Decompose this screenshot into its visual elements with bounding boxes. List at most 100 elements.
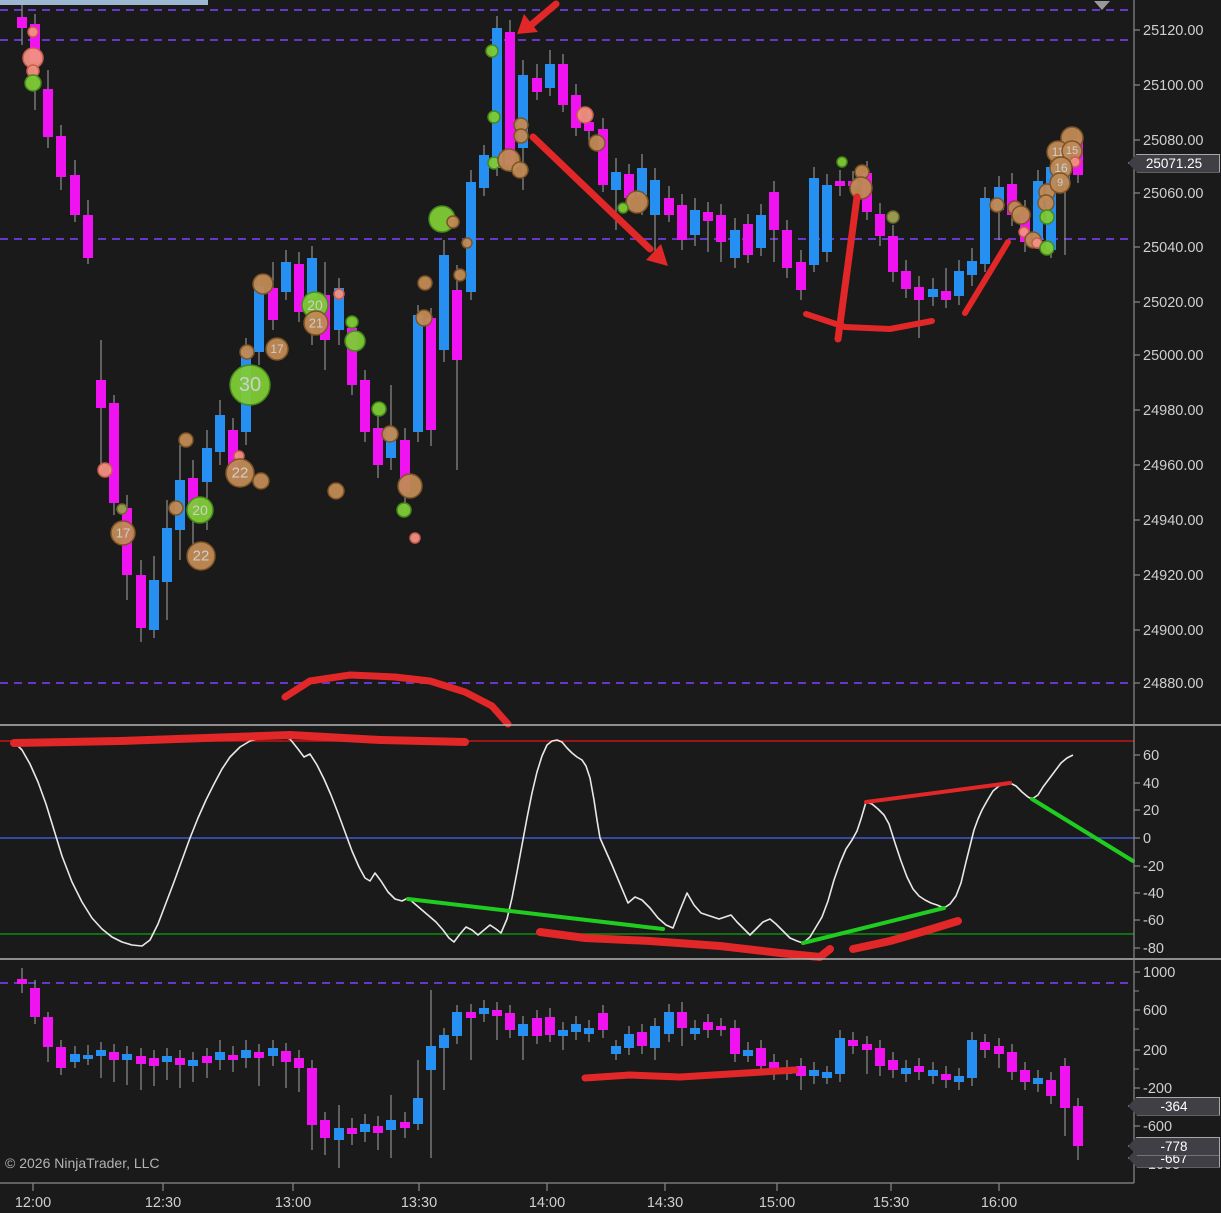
delta-candle	[334, 1128, 344, 1140]
delta-candle	[294, 1058, 304, 1068]
price-candle	[70, 175, 80, 215]
drawn-red-freehand[interactable]	[540, 932, 830, 957]
delta-candle	[914, 1066, 924, 1072]
delta-candle	[175, 1058, 185, 1065]
drawn-red-freehand[interactable]	[585, 1070, 795, 1078]
delta-candle	[756, 1048, 766, 1066]
delta-candle	[769, 1062, 779, 1068]
axis-label: 24880.00	[1143, 676, 1203, 692]
price-candle	[611, 172, 621, 190]
price-candle	[136, 575, 146, 628]
axis-label: 24940.00	[1143, 513, 1203, 529]
price-candle	[730, 230, 740, 258]
bubble-count-label: 17	[270, 342, 284, 356]
delta-candle	[122, 1054, 132, 1060]
price-candle	[954, 271, 964, 296]
price-candle	[413, 315, 423, 432]
order-flow-bubble	[990, 198, 1004, 212]
delta-candle	[505, 1013, 515, 1030]
axis-label: 60	[1143, 748, 1159, 764]
axis-label: -20	[1143, 859, 1164, 875]
price-candle	[56, 136, 66, 177]
delta-candle	[848, 1040, 858, 1046]
order-flow-bubble	[398, 474, 422, 498]
chart-canvas[interactable]: 17202222173020211115169 25120.0025100.00…	[0, 0, 1221, 1213]
time-label: 13:00	[275, 1195, 311, 1211]
time-label: 12:00	[15, 1195, 51, 1211]
axis-label: 200	[1143, 1043, 1167, 1059]
copyright-text: © 2026 NinjaTrader, LLC	[5, 1155, 160, 1171]
delta-marker--364: -364	[1128, 1097, 1220, 1116]
price-candle	[43, 89, 53, 137]
price-candle	[505, 32, 515, 165]
order-flow-bubble	[626, 191, 648, 213]
delta-candle	[281, 1051, 291, 1062]
order-flow-bubble	[418, 276, 432, 290]
price-panel[interactable]: 17202222173020211115169	[0, 2, 1130, 683]
delta-panel[interactable]	[0, 968, 1130, 1168]
price-candle	[17, 17, 27, 28]
price-candle	[677, 205, 687, 240]
drawn-green-trendline[interactable]	[408, 899, 663, 929]
delta-candle	[809, 1070, 819, 1076]
price-candle	[980, 198, 990, 264]
scrollbar-thumb[interactable]	[0, 0, 208, 5]
drawn-red-freehand[interactable]	[14, 735, 465, 743]
delta-candle	[1060, 1066, 1070, 1108]
price-candle	[782, 230, 792, 268]
delta-candle	[862, 1044, 872, 1050]
delta-candle	[268, 1048, 278, 1056]
delta-candle	[1020, 1070, 1030, 1082]
drawn-red-freehand[interactable]	[838, 197, 857, 339]
price-candle	[96, 380, 106, 408]
drawn-red-arrow-shaft[interactable]	[530, 4, 556, 26]
order-flow-bubble	[488, 111, 500, 123]
price-candle	[941, 291, 951, 300]
axis-label: 25040.00	[1143, 240, 1203, 256]
delta-candle	[452, 1012, 462, 1036]
price-candle	[202, 448, 212, 482]
axis-label: -600	[1143, 1119, 1172, 1135]
drawn-red-freehand[interactable]	[806, 314, 932, 329]
axis-label: 24920.00	[1143, 568, 1203, 584]
order-flow-bubble	[117, 504, 127, 514]
bubble-count-label: 17	[116, 526, 130, 541]
order-flow-bubble	[372, 402, 386, 416]
delta-candle	[228, 1055, 238, 1060]
delta-candle	[386, 1120, 396, 1130]
bubble-count-label: 21	[309, 316, 323, 331]
delta-candle	[400, 1122, 410, 1128]
price-candle	[545, 64, 555, 88]
price-candle	[215, 415, 225, 452]
price-candle	[664, 198, 674, 215]
delta-candle	[96, 1050, 106, 1056]
order-flow-bubble	[98, 463, 112, 477]
order-flow-bubble	[253, 274, 273, 294]
delta-candle	[413, 1098, 423, 1124]
value-axis[interactable]: 25120.0025100.0025080.0025060.0025040.00…	[1134, 23, 1203, 1173]
delta-candle	[479, 1008, 489, 1014]
price-candle	[439, 255, 449, 350]
order-flow-bubble	[1012, 206, 1030, 224]
annotations-layer[interactable]	[14, 4, 1133, 1078]
price-candle	[360, 380, 370, 432]
order-flow-bubble	[837, 157, 847, 167]
delta-candle	[967, 1040, 977, 1078]
order-flow-bubble	[447, 216, 459, 228]
drawn-green-trendline[interactable]	[1032, 799, 1133, 861]
price-candle	[83, 215, 93, 258]
order-flow-bubble	[1038, 195, 1054, 211]
order-flow-bubble	[462, 238, 472, 248]
delta-candle	[307, 1068, 317, 1125]
price-candle	[479, 155, 489, 188]
delta-candle	[730, 1028, 740, 1054]
price-candle	[109, 403, 119, 503]
indicator-panel[interactable]	[0, 736, 1134, 946]
delta-candle	[941, 1074, 951, 1080]
price-candle	[914, 287, 924, 300]
time-axis[interactable]: 12:0012:3013:0013:3014:0014:3015:0015:30…	[15, 1183, 1017, 1211]
chevron-down-icon[interactable]	[1094, 1, 1110, 10]
delta-candle	[347, 1128, 357, 1134]
delta-candle	[320, 1120, 330, 1138]
price-candle	[822, 185, 832, 252]
